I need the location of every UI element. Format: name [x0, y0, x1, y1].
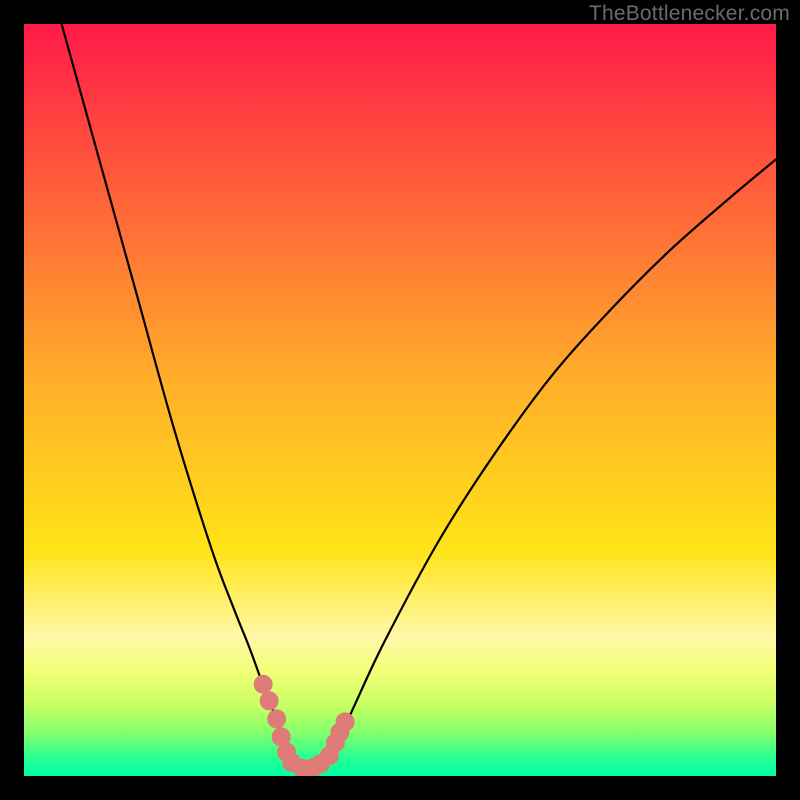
gradient-background [24, 24, 776, 776]
watermark-text: TheBottlenecker.com [589, 2, 790, 26]
data-marker [336, 712, 355, 731]
chart-frame: TheBottlenecker.com [0, 0, 800, 800]
data-marker [267, 709, 286, 728]
data-marker [260, 691, 279, 710]
data-marker [254, 675, 273, 694]
bottleneck-chart [24, 24, 776, 776]
